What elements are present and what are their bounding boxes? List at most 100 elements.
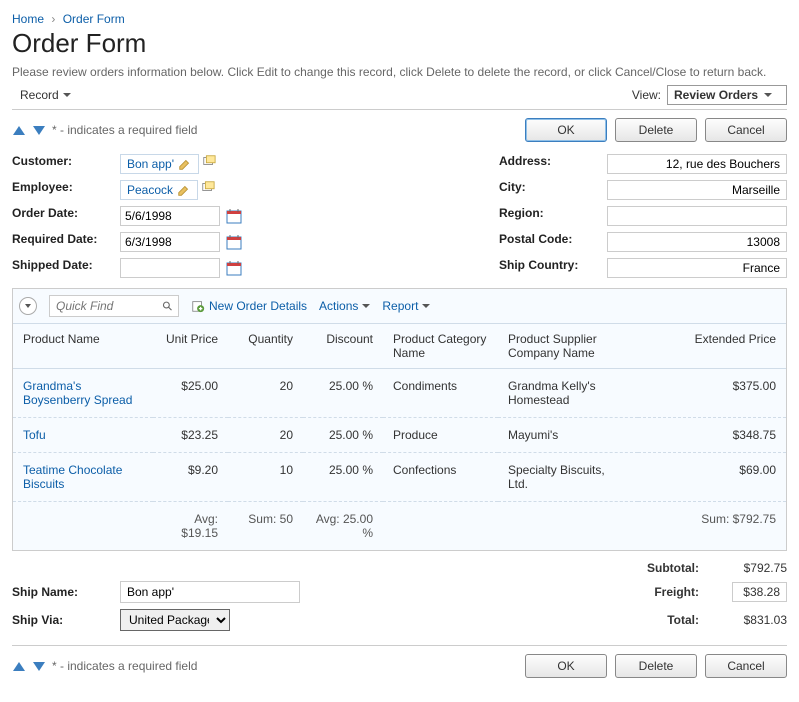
table-header-row: Product Name Unit Price Quantity Discoun… [13, 324, 786, 369]
delete-button[interactable]: Delete [615, 118, 697, 142]
col-qty[interactable]: Quantity [228, 324, 303, 369]
ok-button[interactable]: OK [525, 654, 607, 678]
chevron-down-icon [422, 304, 430, 308]
country-label: Ship Country: [499, 258, 599, 278]
product-link[interactable]: Teatime Chocolate Biscuits [23, 463, 122, 491]
new-order-details-link[interactable]: New Order Details [191, 299, 307, 313]
ship-via-label: Ship Via: [12, 613, 112, 627]
category-cell: Confections [383, 453, 498, 502]
required-date-input[interactable] [120, 232, 220, 252]
discount-cell: 25.00 % [303, 453, 383, 502]
ok-button[interactable]: OK [525, 118, 607, 142]
qty-cell: 10 [228, 453, 303, 502]
pencil-icon[interactable] [177, 183, 191, 197]
col-discount[interactable]: Discount [303, 324, 383, 369]
required-date-label: Required Date: [12, 232, 112, 252]
order-date-label: Order Date: [12, 206, 112, 226]
extended-cell: $69.00 [638, 453, 786, 502]
category-cell: Condiments [383, 369, 498, 418]
col-extended[interactable]: Extended Price [638, 324, 786, 369]
postal-input[interactable] [607, 232, 787, 252]
customer-field[interactable]: Bon app' [120, 154, 199, 174]
col-unit[interactable]: Unit Price [153, 324, 228, 369]
details-grid: New Order Details Actions Report Product… [12, 288, 787, 551]
page-title: Order Form [12, 28, 787, 59]
actions-label: Actions [319, 299, 358, 313]
open-new-icon[interactable] [201, 180, 215, 194]
new-order-details-label: New Order Details [209, 299, 307, 313]
view-label: View: [632, 88, 661, 102]
ship-via-select[interactable]: United Package [120, 609, 230, 631]
required-note: * - indicates a required field [52, 659, 197, 673]
scroll-down-button[interactable] [32, 123, 46, 137]
ship-name-input[interactable] [120, 581, 300, 603]
sum-avg-disc: Avg: 25.00 % [303, 502, 383, 551]
freight-value[interactable]: $38.28 [732, 582, 787, 602]
plus-icon [191, 299, 205, 313]
address-input[interactable] [607, 154, 787, 174]
col-supplier[interactable]: Product Supplier Company Name [498, 324, 638, 369]
employee-link[interactable]: Peacock [127, 183, 173, 197]
shipped-date-input[interactable] [120, 258, 220, 278]
quickfind-search[interactable] [49, 295, 179, 317]
open-new-icon[interactable] [202, 154, 216, 168]
supplier-cell: Specialty Biscuits, Ltd. [498, 453, 638, 502]
city-label: City: [499, 180, 599, 200]
subtotal-label: Subtotal: [619, 561, 699, 575]
supplier-cell: Grandma Kelly's Homestead [498, 369, 638, 418]
scroll-up-button[interactable] [12, 123, 26, 137]
calendar-icon[interactable] [226, 234, 242, 250]
city-input[interactable] [607, 180, 787, 200]
quickfind-input[interactable] [54, 298, 162, 314]
scroll-up-button[interactable] [12, 659, 26, 673]
total-label: Total: [619, 613, 699, 627]
record-menu[interactable]: Record [12, 85, 79, 105]
region-input[interactable] [607, 206, 787, 226]
pencil-icon[interactable] [178, 157, 192, 171]
scroll-down-button[interactable] [32, 659, 46, 673]
total-value: $831.03 [707, 613, 787, 627]
employee-label: Employee: [12, 180, 112, 200]
table-row[interactable]: Grandma's Boysenberry Spread $25.002025.0… [13, 369, 786, 418]
unit-cell: $23.25 [153, 418, 228, 453]
region-label: Region: [499, 206, 599, 226]
table-row[interactable]: Tofu$23.252025.00 %ProduceMayumi's$348.7… [13, 418, 786, 453]
country-input[interactable] [607, 258, 787, 278]
calendar-icon[interactable] [226, 208, 242, 224]
breadcrumb-home-link[interactable]: Home [12, 12, 44, 26]
view-dropdown[interactable]: Review Orders [667, 85, 787, 105]
cancel-button[interactable]: Cancel [705, 118, 787, 142]
calendar-icon[interactable] [226, 260, 242, 276]
delete-button[interactable]: Delete [615, 654, 697, 678]
chevron-down-icon [362, 304, 370, 308]
sum-extended: Sum: $792.75 [638, 502, 786, 551]
breadcrumb-current: Order Form [63, 12, 125, 26]
col-product[interactable]: Product Name [13, 324, 153, 369]
sum-avg-price: Avg: $19.15 [153, 502, 228, 551]
employee-field[interactable]: Peacock [120, 180, 198, 200]
unit-cell: $25.00 [153, 369, 228, 418]
order-date-input[interactable] [120, 206, 220, 226]
cancel-button[interactable]: Cancel [705, 654, 787, 678]
ship-name-label: Ship Name: [12, 585, 112, 599]
discount-cell: 25.00 % [303, 369, 383, 418]
summary-row: Avg: $19.15 Sum: 50 Avg: 25.00 % Sum: $7… [13, 502, 786, 551]
freight-label: Freight: [619, 585, 699, 599]
expand-button[interactable] [19, 297, 37, 315]
required-note: * - indicates a required field [52, 123, 197, 137]
chevron-down-icon [63, 93, 71, 97]
table-row[interactable]: Teatime Chocolate Biscuits$9.201025.00 %… [13, 453, 786, 502]
col-category[interactable]: Product Category Name [383, 324, 498, 369]
product-link[interactable]: Grandma's Boysenberry Spread [23, 379, 132, 407]
record-menu-label: Record [20, 88, 59, 102]
search-icon[interactable] [162, 300, 174, 313]
address-label: Address: [499, 154, 599, 174]
customer-link[interactable]: Bon app' [127, 157, 174, 171]
actions-menu[interactable]: Actions [319, 299, 370, 313]
breadcrumb-sep: › [47, 12, 59, 26]
report-menu[interactable]: Report [382, 299, 430, 313]
qty-cell: 20 [228, 369, 303, 418]
postal-label: Postal Code: [499, 232, 599, 252]
view-selected: Review Orders [674, 88, 758, 102]
product-link[interactable]: Tofu [23, 428, 46, 442]
